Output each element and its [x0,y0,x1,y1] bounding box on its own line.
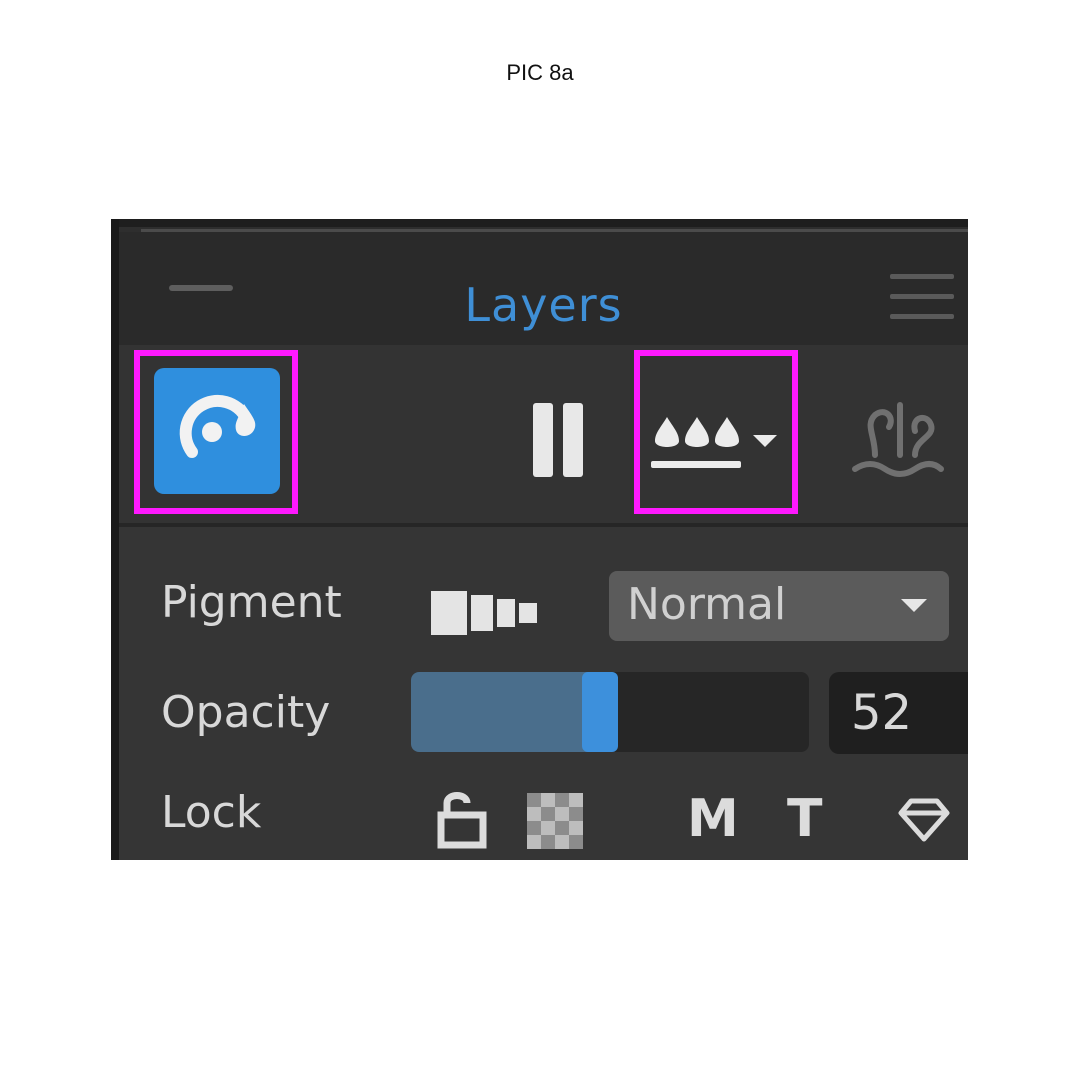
diamond-icon[interactable] [897,795,951,843]
chevron-down-icon [901,599,927,612]
water-plants-icon[interactable] [845,385,945,495]
pause-button[interactable] [533,403,583,477]
opacity-label: Opacity [161,687,331,738]
figure-caption: PIC 8a [506,60,574,85]
opacity-value-field[interactable]: 52 [829,672,968,754]
highlight-box-wetness [634,350,798,514]
blend-mode-select[interactable]: Normal [609,571,949,641]
unlock-icon[interactable] [437,789,487,849]
text-icon[interactable]: T [787,789,822,849]
opacity-slider-handle[interactable] [582,672,618,752]
layer-properties: Pigment Normal Opacity 52 Lock M T [119,527,968,860]
opacity-slider[interactable] [411,672,809,752]
pigment-label: Pigment [161,577,342,628]
opacity-value: 52 [851,685,913,741]
transparency-checker-icon[interactable] [527,793,583,849]
lock-label: Lock [161,787,262,838]
blend-mode-value: Normal [627,579,787,630]
panel-title: Layers [464,278,623,332]
layers-panel: Layers Pigment Normal Opacity 52 Lock M … [111,219,968,860]
hamburger-menu-icon[interactable] [890,268,954,324]
panel-header: Layers [119,232,968,345]
highlight-box-wet-mode [134,350,298,514]
opacity-slider-fill [411,672,600,752]
pigment-tube-icon[interactable] [429,589,539,637]
panel-left-edge [111,219,119,860]
panel-top-strip [111,219,968,227]
mask-icon[interactable]: M [687,789,739,849]
